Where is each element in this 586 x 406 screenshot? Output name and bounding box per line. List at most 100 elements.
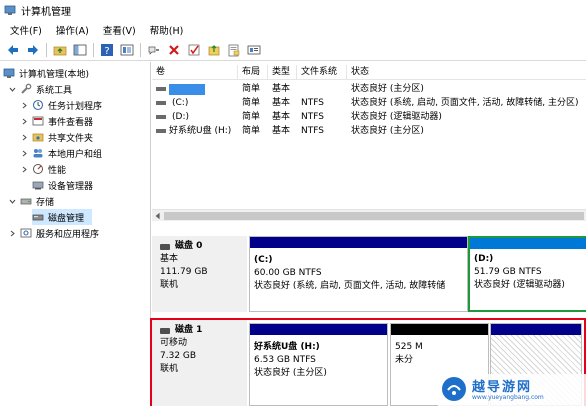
cell-type: 基本 <box>272 112 291 122</box>
disk-0-title: 磁盘 0 <box>160 240 239 253</box>
menu-file[interactable]: 文件(F) <box>4 23 48 37</box>
tree-label: 共享文件夹 <box>48 133 94 144</box>
menu-help[interactable]: 帮助(H) <box>144 23 190 37</box>
delete-icon[interactable] <box>166 42 182 58</box>
tree-item-system-tools[interactable]: 系统工具 <box>8 81 72 97</box>
cell-layout: 简单 <box>242 84 261 94</box>
disk-1-title: 磁盘 1 <box>160 324 239 337</box>
partition-name: 好系统U盘 (H:) <box>254 342 320 352</box>
partition-d[interactable]: (D:) 51.79 GB NTFS 状态良好 (逻辑驱动器) <box>470 238 586 310</box>
cell-status: 状态良好 (系统, 启动, 页面文件, 活动, 故障转储, 主分区) <box>351 98 579 108</box>
partition-h[interactable]: 好系统U盘 (H:) 6.53 GB NTFS 状态良好 (主分区) <box>249 323 388 406</box>
tree-item-storage[interactable]: 存储 <box>8 193 54 209</box>
check-icon[interactable] <box>186 42 202 58</box>
help-icon[interactable]: ? <box>99 42 115 58</box>
tree-item-root[interactable]: 计算机管理(本地) <box>3 65 89 81</box>
toolbar: ? <box>0 39 586 61</box>
forward-icon[interactable] <box>25 42 41 58</box>
disk-0-label[interactable]: 磁盘 0 基本 111.79 GB 联机 <box>152 236 247 312</box>
tree-label: 本地用户和组 <box>48 149 103 160</box>
column-header-status[interactable]: 状态 <box>347 65 586 80</box>
menu-action[interactable]: 操作(A) <box>50 23 95 37</box>
chevron-down-icon[interactable] <box>8 197 17 206</box>
tree-label: 服务和应用程序 <box>36 229 100 240</box>
connect-icon[interactable] <box>146 42 162 58</box>
computer-icon <box>3 67 15 79</box>
computer-management-icon <box>4 4 16 16</box>
users-icon <box>32 147 44 159</box>
chevron-right-icon[interactable] <box>20 149 29 158</box>
chevron-right-icon[interactable] <box>20 117 29 126</box>
partition-c[interactable]: (C:) 60.00 GB NTFS 状态良好 (系统, 启动, 页面文件, 活… <box>249 236 468 312</box>
chevron-right-icon[interactable] <box>20 101 29 110</box>
disk-0-type: 基本 <box>160 254 179 264</box>
menu-bar: 文件(F) 操作(A) 查看(V) 帮助(H) <box>0 20 586 39</box>
disk-0-status: 联机 <box>160 280 179 290</box>
properties-icon[interactable] <box>119 42 135 58</box>
folder-up-icon[interactable] <box>52 42 68 58</box>
cell-filesystem <box>297 82 347 96</box>
cell-layout: 简单 <box>242 112 261 122</box>
event-viewer-icon <box>32 115 44 127</box>
console-tree-icon[interactable] <box>72 42 88 58</box>
menu-view[interactable]: 查看(V) <box>97 23 142 37</box>
column-header-filesystem[interactable]: 文件系统 <box>297 65 347 80</box>
tools-icon <box>20 83 32 95</box>
volume-list-header: 卷 布局 类型 文件系统 状态 <box>152 65 586 80</box>
disk-1-label[interactable]: 磁盘 1 可移动 7.32 GB 联机 <box>152 320 247 406</box>
partition-status: 状态良好 (逻辑驱动器) <box>474 280 565 290</box>
tree-item-performance[interactable]: 性能 <box>20 161 66 177</box>
tree-label: 计算机管理(本地) <box>19 69 90 80</box>
chevron-right-icon[interactable] <box>8 229 17 238</box>
table-row[interactable]: (C:) 简单 基本 NTFS 状态良好 (系统, 启动, 页面文件, 活动, … <box>152 96 586 110</box>
partition-size: 525 M <box>395 342 423 352</box>
column-header-volume[interactable]: 卷 <box>152 65 238 80</box>
volume-icon <box>156 129 166 133</box>
clock-icon <box>32 99 44 111</box>
tree-item-task-scheduler[interactable]: 任务计划程序 <box>20 97 102 113</box>
scroll-left-icon[interactable] <box>153 211 163 221</box>
open-folder-icon[interactable] <box>206 42 222 58</box>
table-row[interactable]: 简单 基本 状态良好 (主分区) <box>152 82 586 96</box>
volume-icon <box>156 87 166 91</box>
partition-type-bar <box>491 324 581 335</box>
cell-type: 基本 <box>272 84 291 94</box>
services-icon <box>20 227 32 239</box>
selected-volume-name <box>169 83 205 95</box>
partition-status: 状态良好 (系统, 启动, 页面文件, 活动, 故障转储 <box>254 281 446 291</box>
device-manager-icon <box>32 179 44 191</box>
horizontal-scrollbar[interactable] <box>152 209 586 221</box>
tree-item-shared-folders[interactable]: 共享文件夹 <box>20 129 93 145</box>
cell-filesystem: NTFS <box>301 98 324 108</box>
view-icon[interactable] <box>246 42 262 58</box>
partition-type-bar <box>250 324 387 335</box>
chevron-right-icon[interactable] <box>20 133 29 142</box>
window-title: 计算机管理 <box>21 6 71 18</box>
table-row[interactable]: 好系统U盘 (H:) 简单 基本 NTFS 状态良好 (主分区) <box>152 124 586 138</box>
tree-label: 存储 <box>36 197 55 208</box>
chevron-right-icon[interactable] <box>20 165 29 174</box>
toolbar-separator <box>46 42 47 57</box>
toolbar-separator <box>93 42 94 57</box>
tree-item-local-users[interactable]: 本地用户和组 <box>20 145 102 161</box>
table-row[interactable]: (D:) 简单 基本 NTFS 状态良好 (逻辑驱动器) <box>152 110 586 124</box>
tree-item-event-viewer[interactable]: 事件查看器 <box>20 113 93 129</box>
partition-type-bar <box>250 237 467 248</box>
back-icon[interactable] <box>5 42 21 58</box>
cell-filesystem: NTFS <box>301 112 324 122</box>
tree-label: 任务计划程序 <box>48 101 103 112</box>
tree-item-services-apps[interactable]: 服务和应用程序 <box>8 225 99 241</box>
partition-name: (D:) <box>474 254 494 264</box>
scrollbar-thumb[interactable] <box>164 212 584 220</box>
cell-volume: (C:) <box>172 98 189 108</box>
partition-size: 6.53 GB NTFS <box>254 355 316 365</box>
tree-item-device-manager[interactable]: 设备管理器 <box>32 177 93 193</box>
tree-item-disk-management[interactable]: 磁盘管理 <box>32 209 92 225</box>
column-header-layout[interactable]: 布局 <box>238 65 268 80</box>
chevron-down-icon[interactable] <box>8 85 17 94</box>
partition-size: 51.79 GB NTFS <box>474 267 542 277</box>
column-header-type[interactable]: 类型 <box>268 65 297 80</box>
cell-volume: (D:) <box>172 112 189 122</box>
cell-filesystem: NTFS <box>301 126 324 136</box>
export-icon[interactable] <box>226 42 242 58</box>
